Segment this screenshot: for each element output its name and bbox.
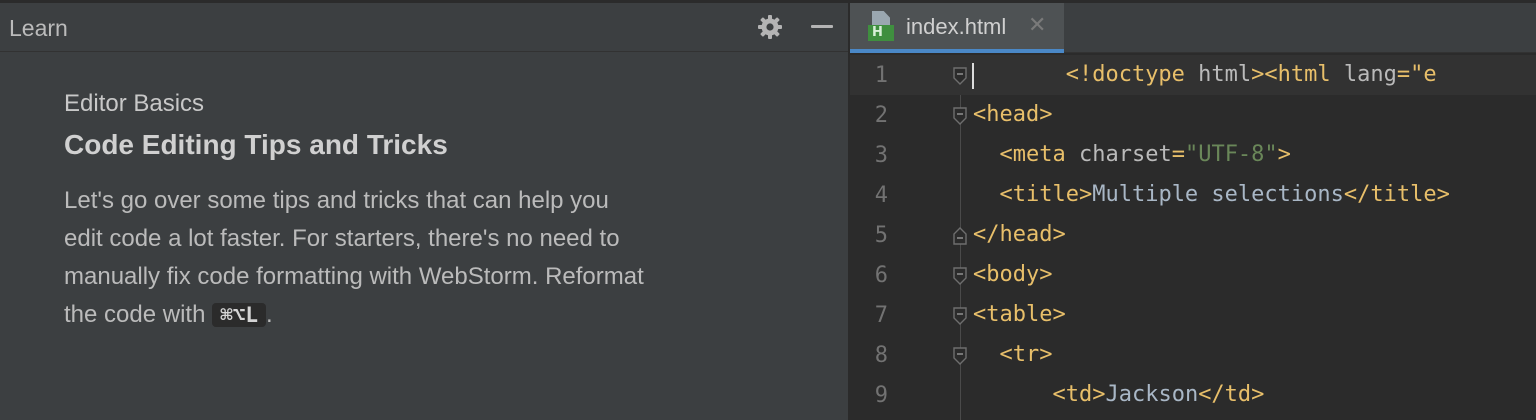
code-line[interactable]: 7 <table> (850, 295, 1536, 335)
code-line[interactable]: 9 <td>Jackson</td> (850, 375, 1536, 415)
minimize-icon[interactable] (808, 13, 836, 41)
code-text: <title>Multiple selections</title> (999, 182, 1450, 207)
line-number: 8 (874, 343, 888, 368)
line-number: 4 (874, 183, 888, 208)
code-lines: 1 <!doctype html><html lang="e 2 <head> 3 <… (850, 55, 1536, 415)
learn-panel-header: Learn (0, 3, 848, 52)
close-icon[interactable]: ✕ (1028, 13, 1046, 38)
learn-panel: Learn Editor Basics Code Editing Tips an… (0, 3, 848, 420)
fold-marker-icon[interactable] (951, 346, 969, 366)
text-caret (972, 63, 974, 89)
code-editor[interactable]: H index.html ✕ 1 <!doctype html><html la… (850, 3, 1536, 420)
line-number: 3 (874, 143, 888, 168)
code-text: <body> (973, 262, 1053, 287)
code-line[interactable]: 6 <body> (850, 255, 1536, 295)
code-line[interactable]: 5 </head> (850, 215, 1536, 255)
code-text: <meta charset="UTF-8"> (999, 142, 1291, 167)
lesson-content: Editor Basics Code Editing Tips and Tric… (64, 89, 804, 334)
lesson-paragraph: Let's go over some tips and tricks that … (64, 182, 804, 334)
code-line[interactable]: 1 <!doctype html><html lang="e (850, 55, 1536, 95)
section-label: Editor Basics (64, 90, 205, 117)
editor-tab-bar: H index.html ✕ (850, 3, 1536, 53)
fold-marker-icon[interactable] (951, 66, 969, 86)
code-text: <tr> (999, 342, 1053, 367)
paragraph-line: the code with ⌘⌥L. (64, 296, 804, 334)
code-text: <td>Jackson</td> (1052, 382, 1265, 407)
tab-label: index.html (906, 14, 1007, 39)
shortcut-badge: ⌘⌥L (212, 303, 267, 327)
tab-index-html[interactable]: H index.html ✕ (850, 3, 1064, 53)
lesson-title: Code Editing Tips and Tricks (64, 129, 448, 160)
line-number: 2 (874, 103, 888, 128)
paragraph-line: manually fix code formatting with WebSto… (64, 263, 644, 290)
line-number: 6 (874, 263, 888, 288)
code-text: <table> (973, 302, 1066, 327)
fold-marker-icon[interactable] (951, 226, 969, 246)
line-number: 7 (874, 303, 888, 328)
fold-marker-icon[interactable] (951, 306, 969, 326)
code-text: </head> (973, 222, 1066, 247)
line-number: 9 (874, 383, 888, 408)
line-number: 5 (874, 223, 888, 248)
code-line[interactable]: 4 <title>Multiple selections</title> (850, 175, 1536, 215)
fold-marker-icon[interactable] (951, 266, 969, 286)
paragraph-line: Let's go over some tips and tricks that … (64, 187, 609, 214)
paragraph-line-text: the code with (64, 301, 213, 328)
paragraph-end: . (266, 301, 273, 328)
code-text: <head> (973, 102, 1053, 127)
html-file-icon: H (868, 11, 896, 43)
code-line[interactable]: 3 <meta charset="UTF-8"> (850, 135, 1536, 175)
fold-marker-icon[interactable] (951, 106, 969, 126)
line-number: 1 (874, 63, 888, 88)
code-line[interactable]: 8 <tr> (850, 335, 1536, 375)
gear-icon[interactable] (756, 13, 784, 41)
paragraph-line: edit code a lot faster. For starters, th… (64, 225, 620, 252)
code-line[interactable]: 2 <head> (850, 95, 1536, 135)
code-text: <!doctype html><html lang="e (1065, 62, 1437, 87)
learn-panel-title: Learn (9, 15, 68, 41)
